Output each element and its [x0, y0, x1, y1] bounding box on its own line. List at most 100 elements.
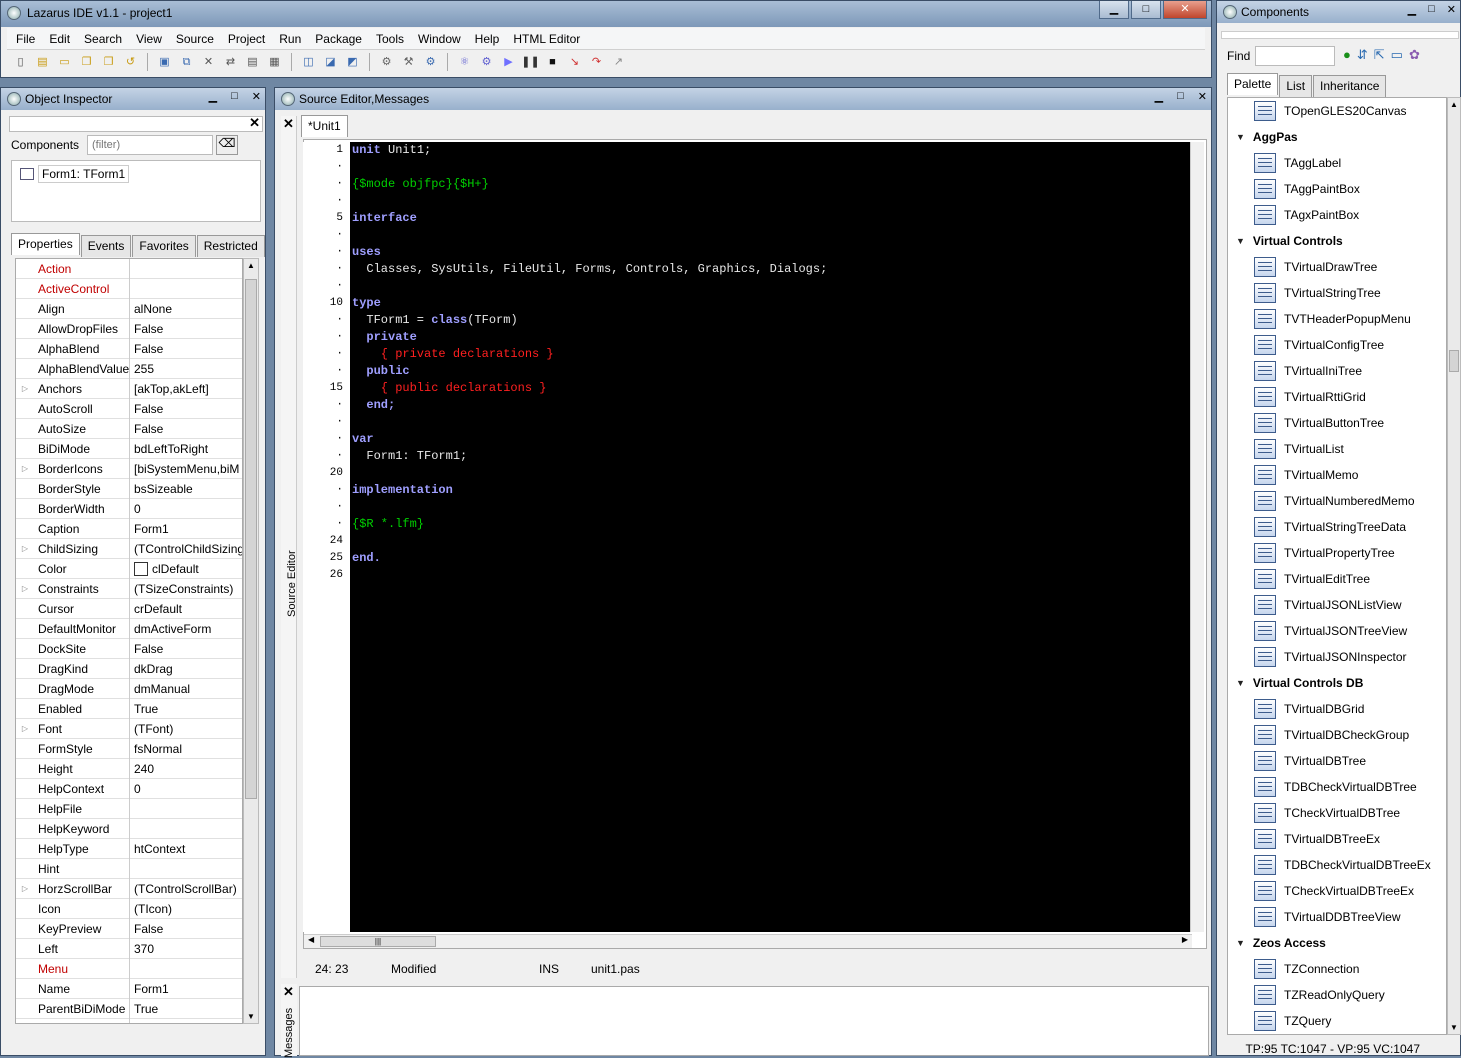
palette-component[interactable]: TVirtualList: [1228, 436, 1446, 462]
property-row[interactable]: FormStyle fsNormal: [16, 738, 242, 759]
components-filter-input[interactable]: [87, 135, 213, 155]
code-line[interactable]: [352, 278, 1190, 295]
property-row[interactable]: AutoSize False: [16, 418, 242, 439]
property-row[interactable]: DragMode dmManual: [16, 678, 242, 699]
expand-icon[interactable]: ▷: [16, 724, 34, 733]
open-recent-icon[interactable]: ❐: [99, 53, 118, 71]
build-icon[interactable]: ⚒: [399, 53, 418, 71]
hscroll-thumb[interactable]: |||: [320, 936, 436, 947]
code-line[interactable]: TForm1 = class(TForm): [352, 312, 1190, 329]
property-value[interactable]: 0: [130, 779, 242, 799]
palette-component[interactable]: TVirtualMemo: [1228, 462, 1446, 488]
property-row[interactable]: Icon (TIcon): [16, 898, 242, 919]
palette-component[interactable]: TVirtualIniTree: [1228, 358, 1446, 384]
tab-restricted[interactable]: Restricted: [196, 235, 265, 257]
collapse-arrow-icon[interactable]: ▼: [1236, 236, 1245, 246]
palette-component[interactable]: TAggLabel: [1228, 150, 1446, 176]
tab-inheritance[interactable]: Inheritance: [1313, 75, 1387, 97]
view-forms-icon[interactable]: ▦: [265, 53, 284, 71]
code-line[interactable]: Form1: TForm1;: [352, 448, 1190, 465]
code-line[interactable]: [352, 533, 1190, 550]
inspect-icon[interactable]: ⚛: [455, 53, 474, 71]
comp-scroll-thumb[interactable]: [1449, 350, 1459, 372]
step-icon[interactable]: ⚙: [477, 53, 496, 71]
menu-file[interactable]: File: [9, 32, 42, 46]
palette-component[interactable]: TVirtualDrawTree: [1228, 254, 1446, 280]
property-scrollbar[interactable]: ▲ ▼: [243, 258, 259, 1024]
menu-package[interactable]: Package: [308, 32, 369, 46]
collapse-icon[interactable]: ⇱: [1374, 47, 1385, 63]
palette-component[interactable]: TVirtualDBTree: [1228, 748, 1446, 774]
tab-palette[interactable]: Palette: [1227, 73, 1279, 95]
new-form-icon[interactable]: ▤: [33, 53, 52, 71]
property-value[interactable]: 255: [130, 359, 242, 379]
palette-component[interactable]: TZQuery: [1228, 1008, 1446, 1034]
property-value[interactable]: Form1: [130, 979, 242, 999]
step-over-icon[interactable]: ↷: [587, 53, 606, 71]
property-row[interactable]: Caption Form1: [16, 518, 242, 539]
property-value[interactable]: alNone: [130, 299, 242, 319]
property-value[interactable]: [130, 259, 242, 279]
property-value[interactable]: fsNormal: [130, 739, 242, 759]
palette-component[interactable]: TVirtualNumberedMemo: [1228, 488, 1446, 514]
menu-html-editor[interactable]: HTML Editor: [506, 32, 587, 46]
property-value[interactable]: [130, 859, 242, 879]
code-line[interactable]: implementation: [352, 482, 1190, 499]
property-row[interactable]: AutoScroll False: [16, 398, 242, 419]
code-line[interactable]: uses: [352, 244, 1190, 261]
toggle-form-icon[interactable]: ⇄: [221, 53, 240, 71]
palette-component[interactable]: TZConnection: [1228, 956, 1446, 982]
compile-icon[interactable]: ⚙: [421, 53, 440, 71]
property-row[interactable]: KeyPreview False: [16, 918, 242, 939]
expand-icon[interactable]: ▷: [16, 884, 34, 893]
expand-icon[interactable]: ▷: [16, 584, 34, 593]
step-into-icon[interactable]: ↘: [565, 53, 584, 71]
save-project-icon[interactable]: ◩: [343, 53, 362, 71]
menu-search[interactable]: Search: [77, 32, 129, 46]
oi-maximize-button[interactable]: □: [231, 90, 238, 103]
tab-properties[interactable]: Properties: [11, 233, 80, 255]
property-value[interactable]: [akTop,akLeft]: [130, 379, 242, 399]
property-scroll-thumb[interactable]: [245, 279, 257, 799]
property-row[interactable]: ActiveControl: [16, 278, 242, 299]
run-icon[interactable]: ▶: [499, 53, 518, 71]
code-line[interactable]: unit Unit1;: [352, 142, 1190, 159]
property-value[interactable]: (TControlScrollBar): [130, 879, 242, 899]
code-line[interactable]: [352, 193, 1190, 210]
property-row[interactable]: DragKind dkDrag: [16, 658, 242, 679]
palette-component[interactable]: TVirtualConfigTree: [1228, 332, 1446, 358]
code-line[interactable]: end.: [352, 550, 1190, 567]
property-row[interactable]: BorderStyle bsSizeable: [16, 478, 242, 499]
expand-icon[interactable]: ▷: [16, 384, 34, 393]
property-value[interactable]: dkDrag: [130, 659, 242, 679]
se-dock-close-icon[interactable]: ✕: [283, 116, 294, 132]
property-row[interactable]: Height 240: [16, 758, 242, 779]
palette-component[interactable]: TVirtualJSONInspector: [1228, 644, 1446, 670]
save-icon[interactable]: ▣: [155, 53, 174, 71]
expand-icon[interactable]: ▷: [16, 464, 34, 473]
property-value[interactable]: [biSystemMenu,biM: [130, 459, 242, 479]
property-row[interactable]: BiDiMode bdLeftToRight: [16, 438, 242, 459]
code-line[interactable]: interface: [352, 210, 1190, 227]
property-value[interactable]: False: [130, 639, 242, 659]
palette-component[interactable]: TOpenGLES20Canvas: [1228, 98, 1446, 124]
code-line[interactable]: type: [352, 295, 1190, 312]
property-value[interactable]: dmActiveForm: [130, 619, 242, 639]
property-row[interactable]: AllowDropFiles False: [16, 318, 242, 339]
code-line[interactable]: {$mode objfpc}{$H+}: [352, 176, 1190, 193]
property-value[interactable]: dmManual: [130, 679, 242, 699]
property-row[interactable]: Action: [16, 259, 242, 279]
property-row[interactable]: ▷ Font (TFont): [16, 718, 242, 739]
menu-edit[interactable]: Edit: [42, 32, 77, 46]
property-row[interactable]: Hint: [16, 858, 242, 879]
property-row[interactable]: Color clDefault: [16, 558, 242, 579]
component-scrollbar[interactable]: ▲ ▼: [1447, 97, 1461, 1035]
property-row[interactable]: Menu: [16, 958, 242, 979]
palette-component[interactable]: TVirtualDBTreeEx: [1228, 826, 1446, 852]
property-row[interactable]: Align alNone: [16, 298, 242, 319]
code-line[interactable]: [352, 567, 1190, 584]
palette-component[interactable]: TVirtualPropertyTree: [1228, 540, 1446, 566]
property-value[interactable]: False: [130, 339, 242, 359]
property-value[interactable]: (TControlChildSizing: [130, 539, 242, 559]
palette-component[interactable]: TVirtualDBGrid: [1228, 696, 1446, 722]
